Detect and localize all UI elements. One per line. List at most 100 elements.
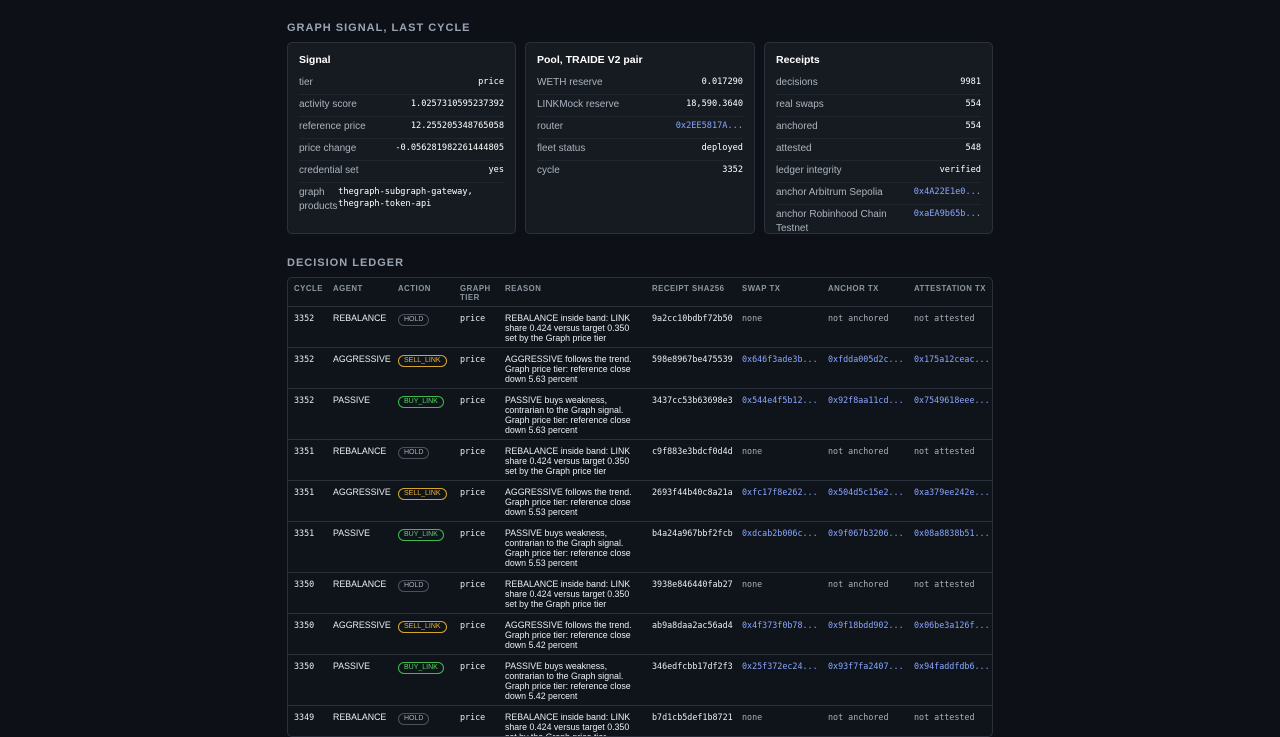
receipts-row-value[interactable]: 0xaEA9b65b... [914,208,981,220]
signal-row: reference price12.255205348765058 [299,117,504,139]
cycle-cell: 3352 [288,307,327,348]
attestation-tx-cell: not attested [908,706,993,737]
agent-cell: REBALANCE [327,573,392,614]
pool-row-value: 0.017290 [702,76,743,88]
pool-row-value[interactable]: 0x2EE5817A... [676,120,743,132]
anchor-tx-cell[interactable]: 0x92f8aa11cd... [822,389,908,440]
action-badge: HOLD [398,580,429,592]
anchor-tx-cell[interactable]: 0x93f7fa2407... [822,655,908,706]
pool-row-label: fleet status [537,142,585,156]
receipt-sha256-cell: b7d1cb5def1b8721 [646,706,736,737]
pool-row-label: router [537,120,563,134]
agent-cell: AGGRESSIVE [327,481,392,522]
action-cell: SELL_LINK [392,481,454,522]
anchor-tx-cell[interactable]: 0x9f067b3206... [822,522,908,573]
column-header-reason: REASON [499,278,646,307]
reason-cell: PASSIVE buys weakness, contrarian to the… [499,389,646,440]
receipts-row-label: decisions [776,76,818,90]
anchor-tx-cell: not anchored [822,307,908,348]
receipts-row-value[interactable]: 0x4A22E1e0... [914,186,981,198]
graph-tier-cell: price [454,614,499,655]
attestation-tx-cell[interactable]: 0x08a8838b51... [908,522,993,573]
attestation-tx-cell[interactable]: 0xa379ee242e... [908,481,993,522]
receipts-card-title: Receipts [776,54,820,66]
action-cell: BUY_LINK [392,655,454,706]
column-header-receipt-sha256: RECEIPT SHA256 [646,278,736,307]
anchor-tx-cell[interactable]: 0x9f18bdd902... [822,614,908,655]
cycle-cell: 3350 [288,573,327,614]
action-cell: HOLD [392,573,454,614]
swap-tx-cell[interactable]: 0xfc17f8e262... [736,481,822,522]
receipts-row-label: ledger integrity [776,164,842,178]
swap-tx-cell[interactable]: 0xdcab2b006c... [736,522,822,573]
reason-cell: REBALANCE inside band: LINK share 0.424 … [499,573,646,614]
action-badge: BUY_LINK [398,529,444,541]
swap-tx-cell[interactable]: 0x646f3ade3b... [736,348,822,389]
cycle-cell: 3351 [288,481,327,522]
table-row: 3350REBALANCEHOLDpriceREBALANCE inside b… [288,573,993,614]
signal-row: activity score1.0257310595237392 [299,95,504,117]
reason-cell: REBALANCE inside band: LINK share 0.424 … [499,440,646,481]
cycle-cell: 3350 [288,655,327,706]
action-cell: HOLD [392,706,454,737]
receipts-row: anchor Arbitrum Sepolia0x4A22E1e0... [776,183,981,205]
action-cell: HOLD [392,440,454,481]
column-header-swap-tx: SWAP TX [736,278,822,307]
agent-cell: PASSIVE [327,655,392,706]
receipts-row: attested548 [776,139,981,161]
receipts-row-label: anchored [776,120,818,134]
swap-tx-cell[interactable]: 0x25f372ec24... [736,655,822,706]
signal-row-label: price change [299,142,356,156]
attestation-tx-cell: not attested [908,573,993,614]
receipts-rows: decisions9981real swaps554anchored554att… [776,73,981,240]
reason-cell: AGGRESSIVE follows the trend. Graph pric… [499,348,646,389]
decision-ledger-table: CYCLEAGENTACTIONGRAPH TIERREASONRECEIPT … [287,277,993,737]
agent-cell: PASSIVE [327,389,392,440]
anchor-tx-cell: not anchored [822,573,908,614]
graph-tier-cell: price [454,481,499,522]
attestation-tx-cell[interactable]: 0x7549618eee... [908,389,993,440]
action-badge: HOLD [398,447,429,459]
signal-row-value: 1.0257310595237392 [411,98,504,110]
reason-cell: PASSIVE buys weakness, contrarian to the… [499,522,646,573]
anchor-tx-cell: not anchored [822,440,908,481]
table-row: 3351PASSIVEBUY_LINKpricePASSIVE buys wea… [288,522,993,573]
reason-cell: REBALANCE inside band: LINK share 0.424 … [499,706,646,737]
swap-tx-cell[interactable]: 0x4f373f0b78... [736,614,822,655]
action-badge: SELL_LINK [398,621,447,633]
attestation-tx-cell[interactable]: 0x06be3a126f... [908,614,993,655]
pool-row-value: deployed [702,142,743,154]
reason-cell: AGGRESSIVE follows the trend. Graph pric… [499,481,646,522]
signal-row-label: reference price [299,120,366,134]
receipts-row-value: 9981 [960,76,981,88]
anchor-tx-cell[interactable]: 0xfdda005d2c... [822,348,908,389]
pool-card-title: Pool, TRAIDE V2 pair [537,54,643,66]
receipts-row-value: 554 [965,120,981,132]
agent-cell: REBALANCE [327,440,392,481]
swap-tx-cell[interactable]: 0x544e4f5b12... [736,389,822,440]
receipt-sha256-cell: 9a2cc10bdbf72b50 [646,307,736,348]
column-header-attestation-tx: ATTESTATION TX [908,278,993,307]
pool-row-label: LINKMock reserve [537,98,619,112]
receipt-sha256-cell: ab9a8daa2ac56ad4 [646,614,736,655]
table-row: 3351REBALANCEHOLDpriceREBALANCE inside b… [288,440,993,481]
signal-section-title: GRAPH SIGNAL, LAST CYCLE [287,22,471,34]
receipts-row: anchor Robinhood Chain Testnet0xaEA9b65b… [776,205,981,240]
receipts-card: Receipts decisions9981real swaps554ancho… [764,42,993,234]
column-header-anchor-tx: ANCHOR TX [822,278,908,307]
receipt-sha256-cell: b4a24a967bbf2fcb [646,522,736,573]
action-cell: SELL_LINK [392,614,454,655]
receipt-sha256-cell: 346edfcbb17df2f3 [646,655,736,706]
attestation-tx-cell[interactable]: 0x94faddfdb6... [908,655,993,706]
signal-row: price change-0.056281982261444805 [299,139,504,161]
receipts-row-value: 548 [965,142,981,154]
signal-row-value: price [478,76,504,88]
attestation-tx-cell[interactable]: 0x175a12ceac... [908,348,993,389]
cycle-cell: 3352 [288,348,327,389]
swap-tx-cell: none [736,307,822,348]
signal-card: Signal tierpriceactivity score1.02573105… [287,42,516,234]
action-cell: BUY_LINK [392,522,454,573]
receipt-sha256-cell: 3437cc53b63698e3 [646,389,736,440]
cycle-cell: 3351 [288,522,327,573]
anchor-tx-cell[interactable]: 0x504d5c15e2... [822,481,908,522]
